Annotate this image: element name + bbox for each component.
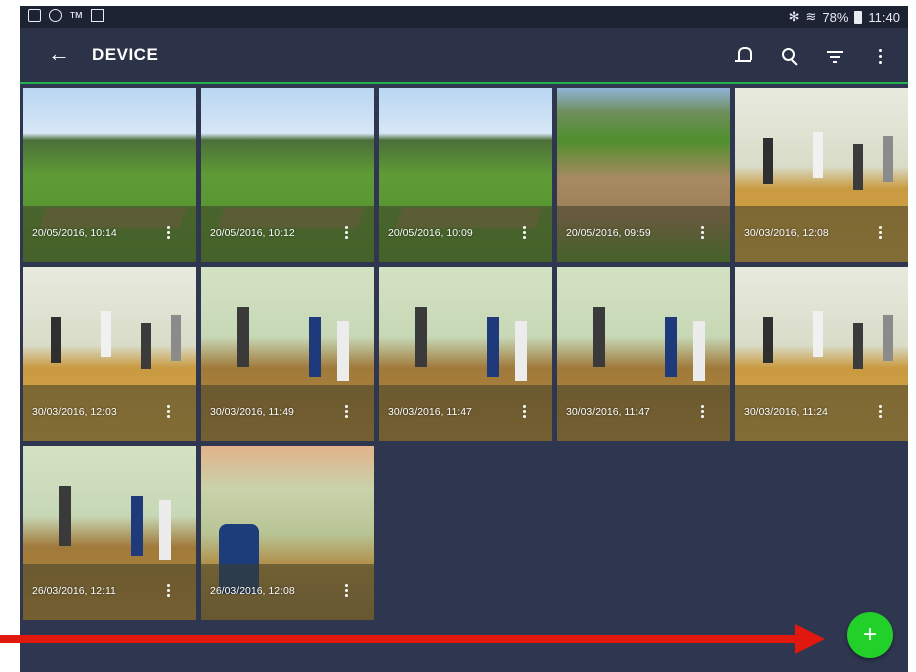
photo-date: 20/05/2016, 10:09 [388, 227, 473, 239]
photo-menu-icon[interactable] [164, 226, 174, 240]
photo-tile[interactable]: 30/03/2016, 12:03 [23, 267, 196, 441]
photo-tile[interactable]: 20/05/2016, 10:12 [201, 88, 374, 262]
gallery-icon [28, 9, 41, 22]
photo-date: 30/03/2016, 12:08 [744, 227, 829, 239]
bluetooth-icon: ✻ [788, 9, 800, 24]
photo-menu-icon[interactable] [164, 405, 174, 419]
photo-menu-icon[interactable] [164, 584, 174, 598]
search-icon[interactable] [776, 43, 802, 69]
battery-percent: 78% [822, 9, 849, 25]
photo-date: 20/05/2016, 10:14 [32, 227, 117, 239]
mail-icon [91, 9, 104, 22]
photo-date: 30/03/2016, 11:49 [210, 406, 294, 418]
photo-menu-icon[interactable] [342, 405, 352, 419]
add-fab-button[interactable]: + [847, 612, 893, 658]
page-title: DEVICE [92, 45, 159, 64]
photo-date: 30/03/2016, 11:47 [566, 406, 650, 418]
wifi-icon: ≋ [805, 9, 817, 24]
photo-menu-icon[interactable] [520, 226, 530, 240]
annotation-arrow-head [795, 624, 825, 654]
photo-tile[interactable]: 20/05/2016, 10:14 [23, 88, 196, 262]
back-arrow-icon[interactable]: ← [48, 42, 70, 66]
photo-tile[interactable]: 26/03/2016, 12:08 [201, 446, 374, 620]
photo-date: 20/05/2016, 09:59 [566, 227, 651, 239]
annotation-arrow-shaft [0, 635, 798, 643]
status-notification-icons: ᴛᴍ [28, 9, 104, 22]
photo-date: 30/03/2016, 11:24 [744, 406, 828, 418]
photo-tile[interactable]: 30/03/2016, 11:47 [379, 267, 552, 441]
photo-tile[interactable]: 30/03/2016, 11:47 [557, 267, 730, 441]
photo-menu-icon[interactable] [876, 405, 886, 419]
photo-tile[interactable]: 26/03/2016, 12:11 [23, 446, 196, 620]
photo-date: 26/03/2016, 12:08 [210, 585, 295, 597]
photo-date: 30/03/2016, 11:47 [388, 406, 472, 418]
clock: 11:40 [868, 9, 900, 25]
photo-menu-icon[interactable] [520, 405, 530, 419]
photo-tile[interactable]: 30/03/2016, 11:24 [735, 267, 908, 441]
photo-menu-icon[interactable] [876, 226, 886, 240]
photo-date: 20/05/2016, 10:12 [210, 227, 295, 239]
photo-tile[interactable]: 30/03/2016, 12:08 [735, 88, 908, 262]
photo-menu-icon[interactable] [342, 584, 352, 598]
battery-icon [854, 10, 863, 24]
status-bar: ᴛᴍ ✻ ≋ 78% 11:40 [20, 6, 908, 28]
photo-tile[interactable]: 20/05/2016, 09:59 [557, 88, 730, 262]
tablet-screen: ᴛᴍ ✻ ≋ 78% 11:40 ← DEVICE 20/05/2016, 10… [20, 6, 908, 672]
photo-date: 30/03/2016, 12:03 [32, 406, 117, 418]
tm-icon: ᴛᴍ [70, 9, 83, 21]
photo-grid: 20/05/2016, 10:14 20/05/2016, 10:12 20/05/… [23, 88, 908, 620]
photo-tile[interactable]: 30/03/2016, 11:49 [201, 267, 374, 441]
notification-bell-icon[interactable] [730, 43, 756, 69]
filter-icon[interactable] [822, 43, 848, 69]
photo-menu-icon[interactable] [698, 226, 708, 240]
photo-menu-icon[interactable] [698, 405, 708, 419]
app-bar: ← DEVICE [20, 28, 908, 84]
photo-date: 26/03/2016, 12:11 [32, 585, 116, 597]
face-icon [49, 9, 62, 22]
status-system-icons: ✻ ≋ 78% 11:40 [789, 9, 900, 25]
overflow-menu-icon[interactable] [868, 43, 894, 69]
photo-tile[interactable]: 20/05/2016, 10:09 [379, 88, 552, 262]
photo-menu-icon[interactable] [342, 226, 352, 240]
app-bar-actions [730, 43, 894, 69]
